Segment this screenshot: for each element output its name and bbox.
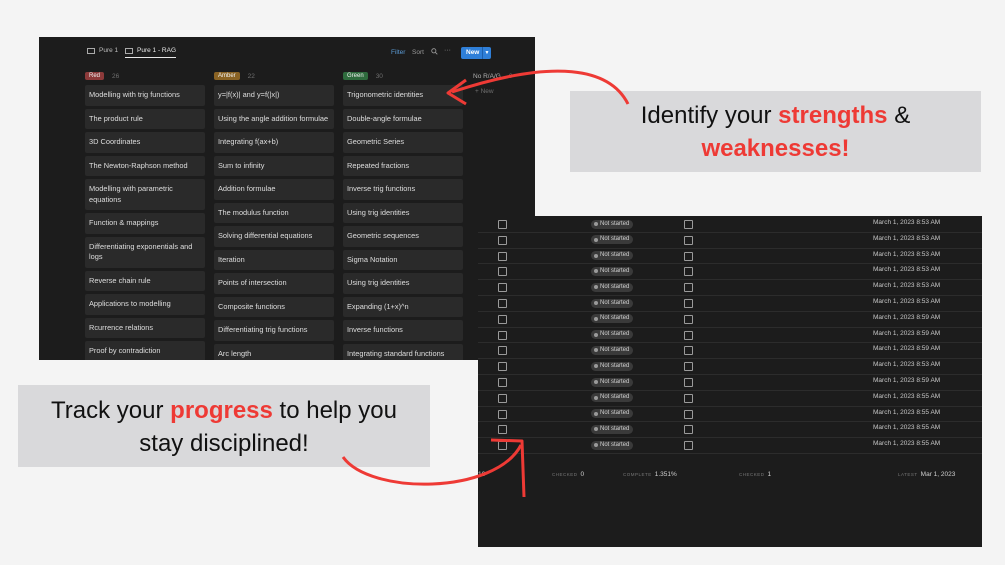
annotation-arrows [341, 69, 630, 498]
arrow-to-board-head [446, 78, 467, 106]
arrow-to-table [341, 444, 523, 486]
arrow-to-board [451, 69, 630, 105]
